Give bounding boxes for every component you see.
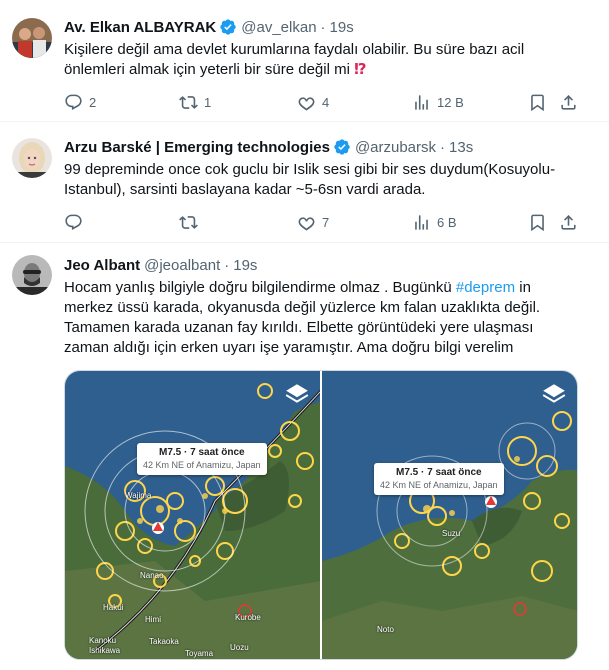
reply-button[interactable]	[64, 212, 89, 232]
map-label: Uozu	[230, 643, 249, 652]
avatar[interactable]	[12, 138, 52, 178]
layers-icon[interactable]	[284, 381, 310, 407]
views-chart-icon	[415, 94, 428, 110]
views-button[interactable]: 6 B	[412, 212, 457, 232]
avatar[interactable]	[12, 18, 52, 58]
bookmark-button[interactable]	[528, 212, 547, 232]
author-name[interactable]: Av. Elkan ALBAYRAK	[64, 19, 216, 36]
reply-icon	[65, 94, 82, 110]
tweet-3[interactable]: Jeo Albant @jeoalbant · 19s Hocam yanlış…	[0, 243, 609, 670]
bookmark-icon	[531, 94, 544, 111]
reply-button[interactable]: 2	[64, 92, 96, 112]
tweet-text-line: zaman aldığı için erken uyarı işe yaramı…	[64, 339, 514, 356]
map-label: Suzu	[442, 529, 461, 538]
map-label: Ishikawa	[89, 646, 121, 655]
repost-icon	[179, 95, 198, 109]
views-button[interactable]: 12 B	[412, 92, 464, 112]
share-button[interactable]	[559, 92, 578, 112]
earthquake-map-right[interactable]: M7.5 · 7 saat önce 42 Km NE of Anamizu, …	[322, 371, 577, 659]
separator-dot: ·	[320, 18, 326, 36]
tweet-text-line: merkez üssü karada, okyanusda değil yüzl…	[64, 299, 541, 316]
layers-icon[interactable]	[541, 381, 567, 407]
map-label: Kanoku	[89, 636, 117, 645]
tweet-actions: 7 6 B	[64, 212, 584, 232]
tweet-2[interactable]: Arzu Barské | Emerging technologies @arz…	[0, 122, 609, 243]
map-label: Nanao	[140, 571, 164, 580]
tweet-header: Jeo Albant @jeoalbant · 19s	[64, 254, 593, 276]
map-label: Wajima	[125, 491, 152, 500]
hashtag-link[interactable]: #deprem	[456, 279, 515, 296]
tweet-text-line: Istanbul), sarsinti baslayana kadar ~5-6…	[64, 181, 426, 198]
author-handle[interactable]: @av_elkan	[241, 19, 316, 36]
bookmark-icon	[531, 214, 544, 231]
map-label: Toyama	[185, 649, 214, 658]
author-name[interactable]: Arzu Barské | Emerging technologies	[64, 139, 330, 156]
tweet-actions: 2 1 4 12 B	[64, 92, 584, 112]
share-icon	[561, 214, 576, 230]
tweet-media: M7.5 · 7 saat önce 42 Km NE of Anamizu, …	[64, 370, 578, 660]
timestamp[interactable]: 13s	[449, 139, 473, 156]
author-name[interactable]: Jeo Albant	[64, 257, 140, 274]
heart-icon	[298, 96, 315, 111]
tweet-text: Kişilere değil ama devlet kurumlarına fa…	[64, 40, 589, 80]
interrobang-emoji: ⁉	[354, 61, 367, 78]
earthquake-info-card[interactable]: M7.5 · 7 saat önce 42 Km NE of Anamizu, …	[374, 463, 504, 495]
timestamp[interactable]: 19s	[233, 257, 257, 274]
views-chart-icon	[415, 214, 428, 230]
share-icon	[561, 94, 576, 110]
repost-button[interactable]: 1	[179, 92, 211, 112]
heart-icon	[298, 216, 315, 231]
earthquake-info-card[interactable]: M7.5 · 7 saat önce 42 Km NE of Anamizu, …	[137, 443, 267, 475]
tweet-text: Hocam yanlış bilgiyle doğru bilgilendirm…	[64, 278, 589, 358]
share-button[interactable]	[559, 212, 578, 232]
reply-icon	[65, 214, 82, 230]
tweet-text-line: Tamamen karada uzanan fay kırıldı. Elbet…	[64, 319, 534, 336]
repost-button[interactable]	[179, 212, 204, 232]
tweet-header: Arzu Barské | Emerging technologies @arz…	[64, 136, 593, 158]
map-label: Takaoka	[149, 637, 179, 646]
map-label: Kurobe	[235, 613, 261, 622]
tweet-1[interactable]: Av. Elkan ALBAYRAK @av_elkan · 19s Kişil…	[0, 0, 609, 122]
author-handle[interactable]: @jeoalbant	[144, 257, 220, 274]
tweet-text-line: Hocam yanlış bilgiyle doğru bilgilendirm…	[64, 279, 531, 296]
verified-badge-icon	[220, 19, 236, 35]
bookmark-button[interactable]	[528, 92, 547, 112]
map-label: Noto	[377, 625, 394, 634]
separator-dot: ·	[224, 256, 230, 274]
verified-badge-icon	[334, 139, 350, 155]
author-handle[interactable]: @arzubarsk	[355, 139, 436, 156]
repost-icon	[179, 215, 198, 229]
separator-dot: ·	[440, 138, 446, 156]
map-label: Hakui	[103, 603, 124, 612]
tweet-text-line: önlemleri almak için yeterli bir süre de…	[64, 61, 367, 78]
tweet-text: 99 depreminde once cok guclu bir Islik s…	[64, 160, 589, 200]
timestamp[interactable]: 19s	[330, 19, 354, 36]
map-label: Himi	[145, 615, 161, 624]
tweet-text-line: Kişilere değil ama devlet kurumlarına fa…	[64, 41, 525, 58]
like-button[interactable]: 7	[297, 212, 329, 232]
avatar[interactable]	[12, 255, 52, 295]
earthquake-map-left[interactable]: M7.5 · 7 saat önce 42 Km NE of Anamizu, …	[65, 371, 320, 659]
like-button[interactable]: 4	[297, 92, 329, 112]
tweet-header: Av. Elkan ALBAYRAK @av_elkan · 19s	[64, 16, 593, 38]
tweet-text-line: 99 depreminde once cok guclu bir Islik s…	[64, 161, 556, 178]
